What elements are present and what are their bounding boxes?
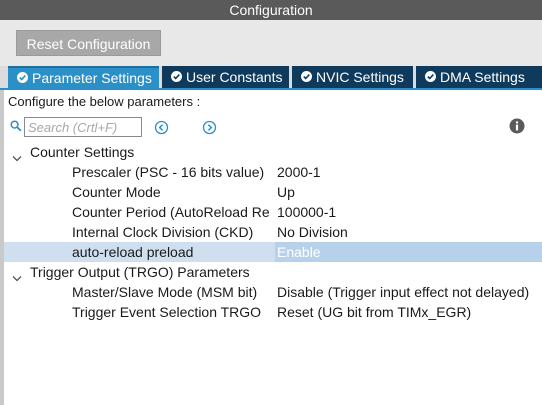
check-circle-icon xyxy=(17,72,28,83)
param-name: Master/Slave Mode (MSM bit) xyxy=(72,284,258,300)
param-value[interactable]: 100000-1 xyxy=(277,202,336,222)
tab-label: User Constants xyxy=(186,69,283,85)
group-label: Counter Settings xyxy=(30,144,135,160)
tab-nvic-settings[interactable]: NVIC Settings xyxy=(292,66,413,88)
param-value[interactable]: No Division xyxy=(277,222,348,242)
tab-label: Parameter Settings xyxy=(32,70,152,86)
param-row[interactable]: Internal Clock Division (CKD) No Divisio… xyxy=(4,222,542,242)
param-row[interactable]: Counter Period (AutoReload Reg... 100000… xyxy=(4,202,542,222)
group-counter-settings[interactable]: Counter Settings xyxy=(4,142,542,162)
window-title: Configuration xyxy=(0,0,542,20)
tab-user-constants[interactable]: User Constants xyxy=(162,66,289,88)
tab-label: DMA Settings xyxy=(440,69,525,85)
param-value[interactable]: 2000-1 xyxy=(277,162,321,182)
param-name: Counter Period (AutoReload Reg... xyxy=(72,204,270,220)
param-name: Internal Clock Division (CKD) xyxy=(72,224,254,240)
check-circle-icon xyxy=(425,71,436,82)
search-next-icon[interactable] xyxy=(202,120,217,138)
tab-bar: Parameter Settings User Constants NVIC S… xyxy=(0,66,542,88)
parameter-panel: Configure the below parameters : Search … xyxy=(4,90,542,405)
param-name: Prescaler (PSC - 16 bits value) xyxy=(72,164,265,180)
param-name: Trigger Event Selection TRGO xyxy=(72,304,262,320)
param-row[interactable]: Counter Mode Up xyxy=(4,182,542,202)
param-row[interactable]: Prescaler (PSC - 16 bits value) 2000-1 xyxy=(4,162,542,182)
param-value[interactable]: Disable (Trigger input effect not delaye… xyxy=(277,282,529,302)
reset-configuration-button[interactable]: Reset Configuration xyxy=(16,30,161,56)
param-name: auto-reload preload xyxy=(72,244,194,260)
search-previous-icon[interactable] xyxy=(154,120,169,138)
param-row[interactable]: Trigger Event Selection TRGO Reset (UG b… xyxy=(4,302,542,322)
info-icon[interactable] xyxy=(509,118,525,137)
param-row-selected[interactable]: auto-reload preload Enable xyxy=(4,242,542,262)
search-row xyxy=(4,117,542,139)
tab-label: NVIC Settings xyxy=(316,69,404,85)
param-value[interactable]: Enable xyxy=(277,242,321,262)
search-icon xyxy=(10,120,22,135)
param-value[interactable]: Reset (UG bit from TIMx_EGR) xyxy=(277,302,471,322)
param-name: Counter Mode xyxy=(72,184,161,200)
check-circle-icon xyxy=(301,71,312,82)
instruction-text: Configure the below parameters : xyxy=(8,94,201,109)
param-row[interactable]: Master/Slave Mode (MSM bit) Disable (Tri… xyxy=(4,282,542,302)
group-trigger-output[interactable]: Trigger Output (TRGO) Parameters xyxy=(4,262,542,282)
param-value[interactable]: Up xyxy=(277,182,295,202)
search-input[interactable] xyxy=(24,117,142,137)
group-label: Trigger Output (TRGO) Parameters xyxy=(30,264,250,280)
tab-parameter-settings[interactable]: Parameter Settings xyxy=(8,66,159,88)
tab-dma-settings[interactable]: DMA Settings xyxy=(416,66,542,88)
check-circle-icon xyxy=(171,71,182,82)
